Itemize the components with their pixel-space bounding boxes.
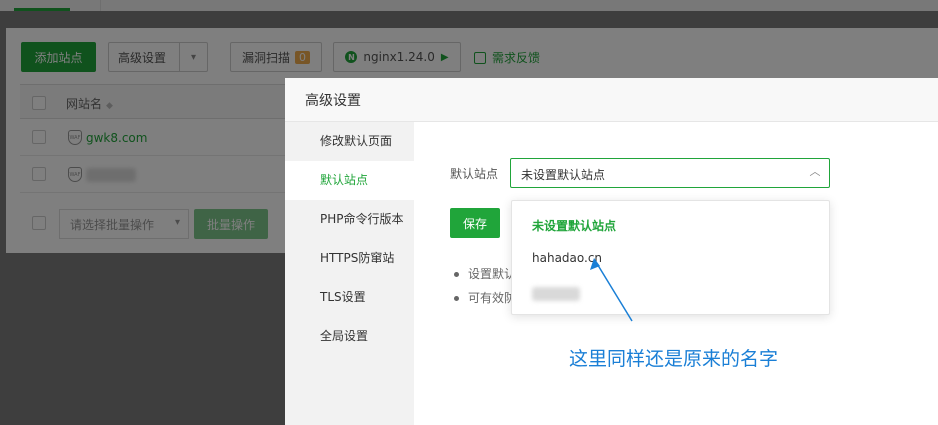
annotation-arrow (590, 258, 633, 322)
annotation-text: 这里同样还是原来的名字 (569, 348, 779, 370)
